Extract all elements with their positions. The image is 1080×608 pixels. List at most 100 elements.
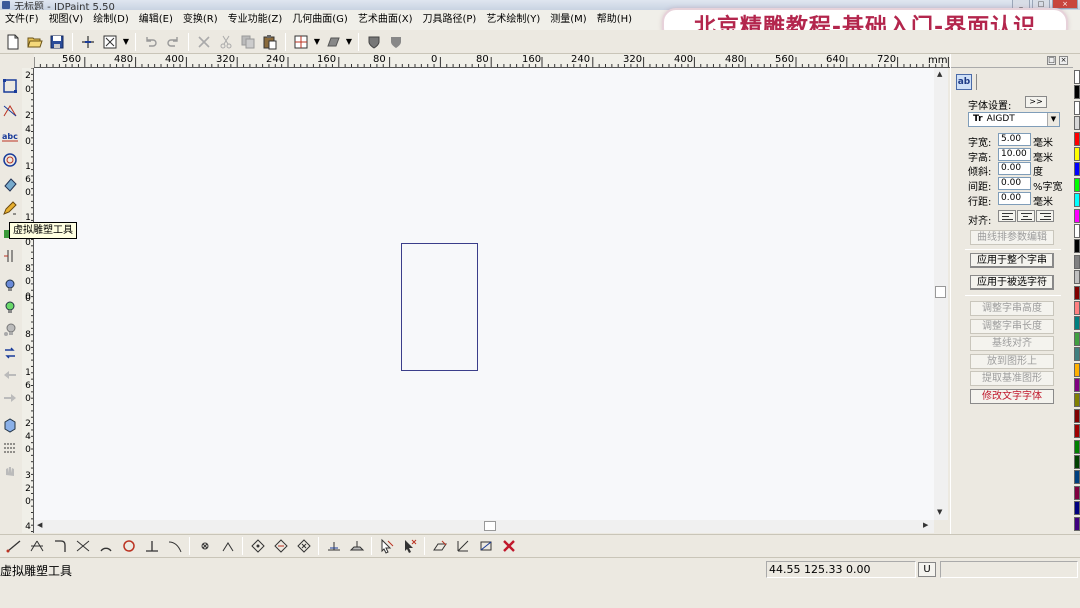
color-swatch[interactable]	[1074, 285, 1080, 300]
cut-icon[interactable]	[215, 31, 237, 53]
color-swatch[interactable]	[1074, 301, 1080, 315]
place-on-shape-button[interactable]: 放到图形上	[970, 354, 1054, 369]
menu-draw[interactable]: 绘制(D)	[88, 10, 134, 30]
chevron-down-icon[interactable]: ▼	[1047, 113, 1059, 126]
color-swatch[interactable]	[1074, 470, 1080, 485]
menu-geometric-surface[interactable]: 几何曲面(G)	[287, 10, 353, 30]
color-swatch[interactable]	[1074, 224, 1080, 238]
color-swatch[interactable]	[1074, 270, 1080, 285]
arrow-cursor-icon[interactable]	[375, 535, 398, 557]
line-spacing-input[interactable]: 0.00	[998, 192, 1031, 205]
measure-icon[interactable]	[0, 246, 20, 266]
menu-help[interactable]: 帮助(H)	[592, 10, 637, 30]
undo-icon[interactable]	[140, 31, 162, 53]
menu-transform[interactable]: 变换(R)	[178, 10, 223, 30]
color-swatch[interactable]	[1074, 85, 1080, 100]
color-swatch[interactable]	[1074, 70, 1080, 84]
vertical-scrollbar[interactable]: ▲ ▼	[934, 68, 948, 520]
color-swatch[interactable]	[1074, 378, 1080, 392]
text-abc-icon[interactable]: abc	[0, 126, 20, 146]
sculpt-pen-icon[interactable]	[0, 198, 20, 218]
arc-icon[interactable]	[94, 535, 117, 557]
char-height-input[interactable]: 10.00	[998, 148, 1031, 161]
plane-icon[interactable]	[322, 535, 345, 557]
color-swatch[interactable]	[1074, 208, 1080, 223]
arrow-cursor-x-icon[interactable]	[398, 535, 421, 557]
curve-layout-edit-button[interactable]: 曲线排参数编辑	[970, 230, 1054, 245]
copy-icon[interactable]	[237, 31, 259, 53]
node-edit-icon[interactable]	[0, 101, 20, 121]
shade-icon[interactable]	[322, 31, 344, 53]
color-swatch[interactable]	[1074, 131, 1080, 146]
color-swatch[interactable]	[1074, 100, 1080, 115]
scroll-up-icon[interactable]: ▲	[937, 70, 942, 78]
circle-target-icon[interactable]	[0, 150, 20, 170]
align-center-icon[interactable]	[1017, 210, 1035, 222]
arrow-left-icon[interactable]	[0, 365, 20, 385]
close-x-icon[interactable]	[497, 535, 520, 557]
char-width-input[interactable]: 5.00	[998, 133, 1031, 146]
adjust-string-height-button[interactable]: 调整字串高度	[970, 301, 1054, 316]
eraser-icon[interactable]	[0, 174, 20, 194]
drawing-canvas[interactable]	[34, 68, 934, 520]
modify-text-font-button[interactable]: 修改文字字体	[970, 389, 1054, 404]
crosshair-icon[interactable]	[77, 31, 99, 53]
shade-dropdown-arrow[interactable]: ▼	[344, 31, 354, 53]
font-expand-button[interactable]: >>	[1025, 96, 1047, 108]
grid-3d-icon[interactable]	[428, 535, 451, 557]
redo-icon[interactable]	[162, 31, 184, 53]
scroll-down-icon[interactable]: ▼	[937, 508, 942, 516]
color-swatch[interactable]	[1074, 239, 1080, 254]
adjust-string-length-button[interactable]: 调整字串长度	[970, 319, 1054, 334]
vertical-scroll-thumb[interactable]	[935, 286, 946, 298]
color-swatch[interactable]	[1074, 116, 1080, 131]
shield-solid-icon[interactable]	[385, 31, 407, 53]
color-swatch[interactable]	[1074, 331, 1080, 346]
color-swatch[interactable]	[1074, 362, 1080, 377]
menu-file[interactable]: 文件(F)	[0, 10, 44, 30]
apply-selected-chars-button[interactable]: 应用于被选字符	[970, 275, 1054, 290]
scroll-left-icon[interactable]: ◀	[37, 521, 42, 529]
grid-table-icon[interactable]	[0, 438, 20, 458]
coord-sys-icon[interactable]	[474, 535, 497, 557]
diamond-cross-icon[interactable]	[269, 535, 292, 557]
grid-dropdown-arrow[interactable]: ▼	[312, 31, 322, 53]
grid-snap-icon[interactable]	[290, 31, 312, 53]
menu-measure[interactable]: 测量(M)	[545, 10, 591, 30]
select-rect-icon[interactable]	[0, 76, 20, 96]
spacing-input[interactable]: 0.00	[998, 177, 1031, 190]
color-swatch[interactable]	[1074, 177, 1080, 192]
color-swatch[interactable]	[1074, 516, 1080, 531]
hand-icon[interactable]	[0, 460, 20, 480]
unit-mode-button[interactable]: U	[918, 562, 936, 577]
bulb-green-icon[interactable]	[0, 298, 20, 318]
horizontal-scrollbar[interactable]: ◀ ▶	[34, 520, 934, 533]
diamond-x-icon[interactable]	[292, 535, 315, 557]
multi-line-icon[interactable]	[25, 535, 48, 557]
tangent-icon[interactable]	[163, 535, 186, 557]
color-swatch[interactable]	[1074, 439, 1080, 454]
color-swatch[interactable]	[1074, 316, 1080, 331]
box-3d-icon[interactable]	[0, 415, 20, 435]
center-point-icon[interactable]	[193, 535, 216, 557]
color-swatch[interactable]	[1074, 408, 1080, 423]
scroll-right-icon[interactable]: ▶	[923, 521, 928, 529]
open-folder-icon[interactable]	[24, 31, 46, 53]
rectangle-shape[interactable]	[401, 243, 478, 371]
corner-icon[interactable]	[48, 535, 71, 557]
line-tool-icon[interactable]	[2, 535, 25, 557]
extract-base-shape-button[interactable]: 提取基准图形	[970, 371, 1054, 386]
bulb-blue-icon[interactable]	[0, 276, 20, 296]
select-box-icon[interactable]	[99, 31, 121, 53]
color-swatch[interactable]	[1074, 485, 1080, 500]
text-tab[interactable]: ab	[956, 74, 972, 90]
circle-snap-icon[interactable]	[117, 535, 140, 557]
baseline-align-button[interactable]: 基线对齐	[970, 336, 1054, 351]
transform-arrows-icon[interactable]	[0, 343, 20, 363]
perpendicular-icon[interactable]	[140, 535, 163, 557]
color-swatch[interactable]	[1074, 193, 1080, 208]
plane-3d-icon[interactable]	[345, 535, 368, 557]
axis-3d-icon[interactable]	[451, 535, 474, 557]
menu-art-surface[interactable]: 艺术曲面(X)	[353, 10, 418, 30]
align-left-icon[interactable]	[998, 210, 1016, 222]
